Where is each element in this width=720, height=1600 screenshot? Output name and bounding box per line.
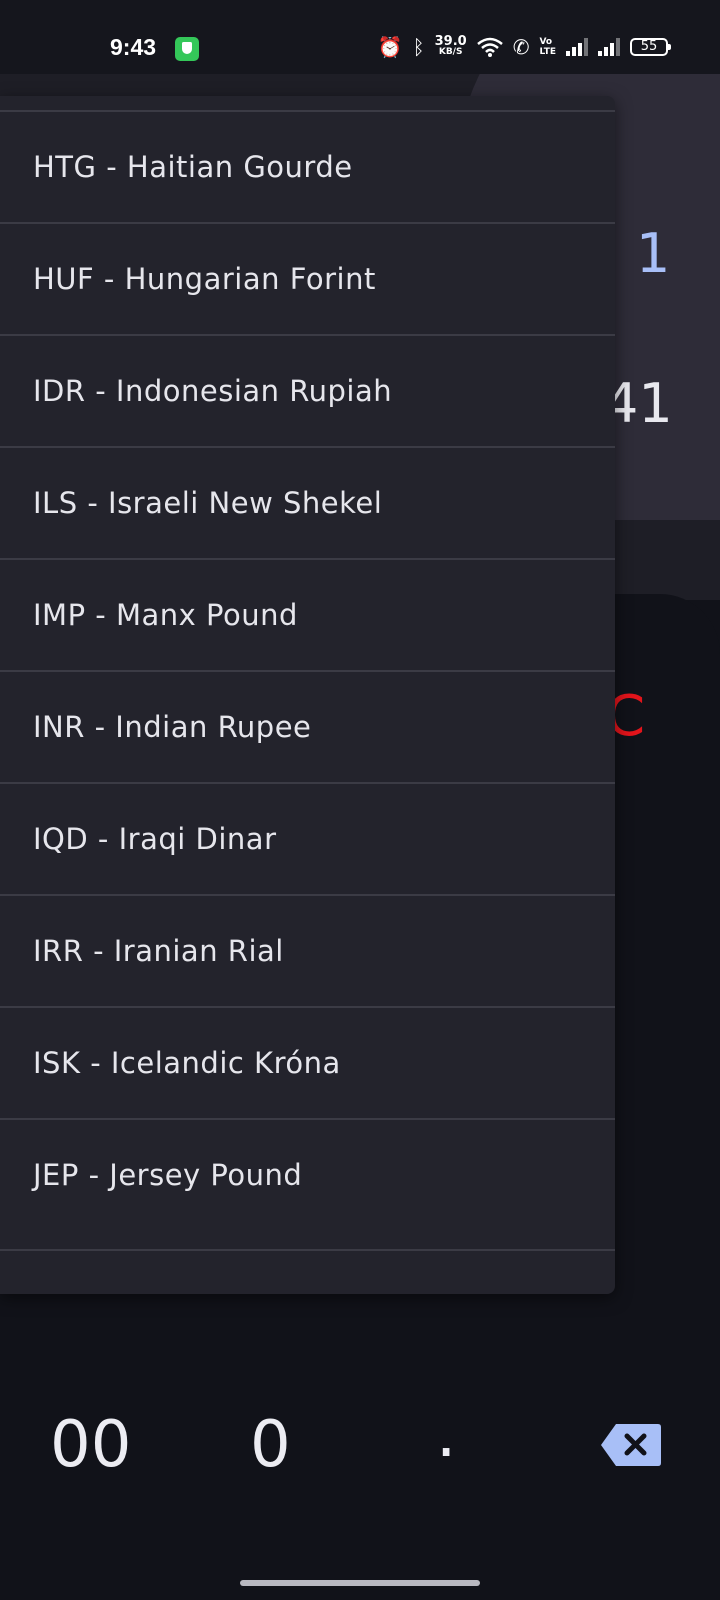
key-double-zero[interactable]: 00 bbox=[50, 1408, 131, 1482]
currency-option-label: HUF - Hungarian Forint bbox=[33, 262, 376, 296]
currency-option-jep[interactable]: JEP - Jersey Pound bbox=[0, 1118, 615, 1230]
currency-option-label: HTG - Haitian Gourde bbox=[33, 150, 353, 184]
currency-option-iqd[interactable]: IQD - Iraqi Dinar bbox=[0, 782, 615, 894]
backspace-icon[interactable] bbox=[600, 1422, 662, 1468]
network-speed: 39.0 KB/S bbox=[434, 34, 467, 58]
status-bar: 9:43 ⏰ ᛒ 39.0 KB/S ✆ Vo LTE 55 bbox=[0, 0, 720, 74]
screen: 1 41 C 9:43 ⏰ ᛒ 39.0 KB/S ✆ Vo LTE 55 HT… bbox=[0, 0, 720, 1600]
gesture-nav-handle[interactable] bbox=[240, 1580, 480, 1586]
volte-indicator: Vo LTE bbox=[539, 37, 556, 57]
wifi-icon bbox=[476, 37, 503, 57]
wifi-call-icon: ✆ bbox=[512, 35, 530, 59]
key-decimal[interactable]: . bbox=[436, 1398, 456, 1472]
currency-option-huf[interactable]: HUF - Hungarian Forint bbox=[0, 222, 615, 334]
currency-option-label: IDR - Indonesian Rupiah bbox=[33, 374, 393, 408]
currency-dropdown-menu[interactable]: HTG - Haitian Gourde HUF - Hungarian For… bbox=[0, 96, 615, 1294]
currency-option-imp[interactable]: IMP - Manx Pound bbox=[0, 558, 615, 670]
network-speed-value: 39.0 bbox=[434, 34, 467, 49]
currency-option-label: IMP - Manx Pound bbox=[33, 598, 298, 632]
key-zero[interactable]: 0 bbox=[250, 1408, 291, 1482]
currency-option-htg[interactable]: HTG - Haitian Gourde bbox=[0, 110, 615, 222]
signal-sim1-icon bbox=[566, 38, 588, 56]
alarm-icon: ⏰ bbox=[377, 35, 403, 59]
currency-option-idr[interactable]: IDR - Indonesian Rupiah bbox=[0, 334, 615, 446]
currency-option-label: INR - Indian Rupee bbox=[33, 710, 312, 744]
security-shield-icon bbox=[175, 37, 199, 61]
menu-divider bbox=[0, 1249, 615, 1251]
currency-option-label: ILS - Israeli New Shekel bbox=[33, 486, 383, 520]
currency-option-label: IQD - Iraqi Dinar bbox=[33, 822, 277, 856]
status-time: 9:43 bbox=[110, 34, 157, 60]
currency-option-ils[interactable]: ILS - Israeli New Shekel bbox=[0, 446, 615, 558]
volte-top: Vo bbox=[539, 37, 553, 47]
currency-option-label: JEP - Jersey Pound bbox=[33, 1158, 303, 1192]
currency-option-isk[interactable]: ISK - Icelandic Króna bbox=[0, 1006, 615, 1118]
from-amount[interactable]: 1 bbox=[636, 222, 670, 285]
volte-bottom: LTE bbox=[539, 47, 556, 57]
currency-option-label: IRR - Iranian Rial bbox=[33, 934, 284, 968]
currency-option-irr[interactable]: IRR - Iranian Rial bbox=[0, 894, 615, 1006]
status-icons: ⏰ ᛒ 39.0 KB/S ✆ Vo LTE 55 bbox=[377, 32, 671, 62]
currency-option-label: ISK - Icelandic Króna bbox=[33, 1046, 341, 1080]
bluetooth-icon: ᛒ bbox=[412, 35, 425, 59]
currency-option-inr[interactable]: INR - Indian Rupee bbox=[0, 670, 615, 782]
battery-icon: 55 bbox=[630, 38, 671, 56]
network-speed-unit: KB/S bbox=[438, 47, 463, 57]
signal-sim2-icon bbox=[598, 38, 620, 56]
